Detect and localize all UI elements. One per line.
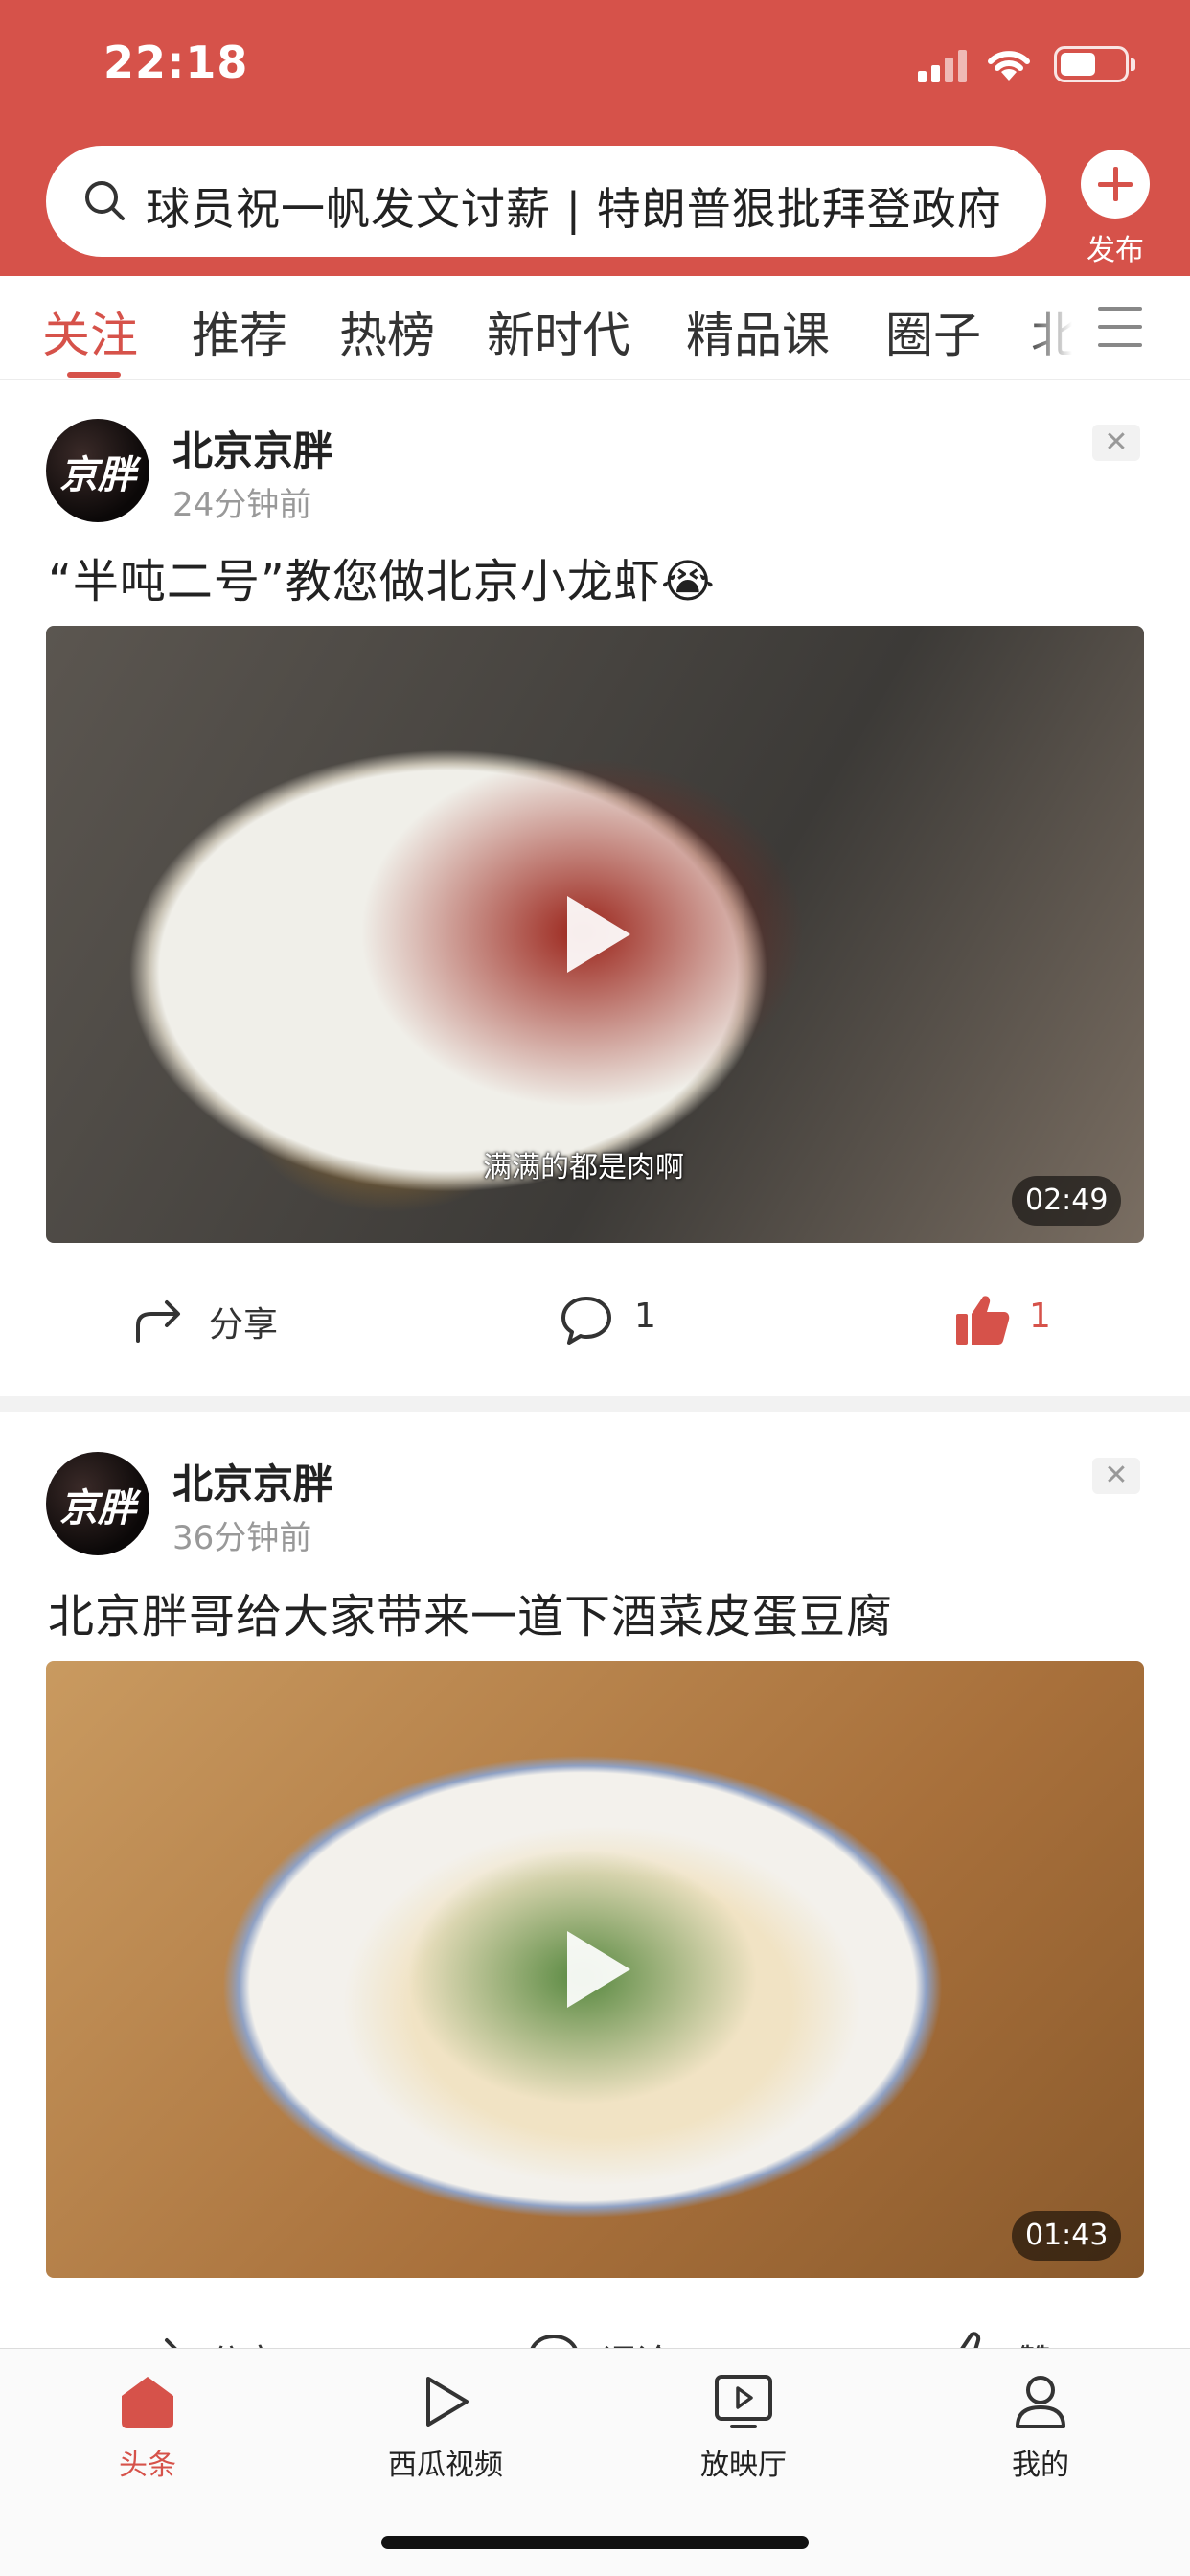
tv-icon bbox=[715, 2375, 772, 2428]
avatar-text: 京胖 bbox=[59, 452, 136, 497]
search-icon bbox=[85, 181, 125, 220]
video-thumbnail[interactable]: 满满的都是肉啊 02:49 bbox=[46, 626, 1144, 1243]
tab-circle[interactable]: 圈子 bbox=[885, 297, 981, 366]
video-duration: 02:49 bbox=[1012, 1176, 1122, 1226]
feed-card: 京胖 北京京胖 24分钟前 ✕ “半吨二号”教您做北京小龙虾😭 满满的都是肉啊 … bbox=[0, 380, 1190, 1396]
active-tab-indicator bbox=[67, 372, 121, 378]
publish-button[interactable]: 发布 bbox=[1073, 150, 1157, 268]
dismiss-button[interactable]: ✕ bbox=[1092, 1458, 1140, 1494]
share-button[interactable]: 分享 bbox=[209, 1297, 278, 1346]
video-thumbnail[interactable]: 01:43 bbox=[46, 1661, 1144, 2278]
dismiss-button[interactable]: ✕ bbox=[1092, 425, 1140, 461]
nav-label: 我的 bbox=[1012, 2449, 1069, 2482]
video-subtitle: 满满的都是肉啊 bbox=[483, 1151, 684, 1184]
like-count[interactable]: 1 bbox=[1029, 1297, 1051, 1336]
cellular-signal-icon bbox=[918, 50, 968, 82]
post-title[interactable]: 北京胖哥给大家带来一道下酒菜皮蛋豆腐 bbox=[48, 1578, 893, 1645]
tab-hot-list[interactable]: 热榜 bbox=[339, 297, 435, 366]
comment-icon[interactable] bbox=[560, 1293, 613, 1346]
search-input[interactable]: 球员祝一帆发文讨薪 | 特朗普狠批拜登政府 bbox=[146, 174, 1027, 238]
wifi-icon bbox=[988, 51, 1030, 80]
post-title[interactable]: “半吨二号”教您做北京小龙虾😭 bbox=[48, 543, 716, 610]
nav-cinema[interactable]: 放映厅 bbox=[667, 2368, 820, 2483]
status-time: 22:18 bbox=[103, 36, 249, 88]
tab-recommend[interactable]: 推荐 bbox=[192, 297, 287, 366]
video-duration: 01:43 bbox=[1012, 2211, 1122, 2261]
nav-label: 头条 bbox=[119, 2449, 176, 2482]
home-icon bbox=[122, 2377, 173, 2428]
comment-count[interactable]: 1 bbox=[634, 1297, 656, 1336]
nav-label: 放映厅 bbox=[700, 2449, 787, 2482]
app-header: 22:18 球员祝一帆发文讨薪 | 特朗普狠批拜登政府 发布 bbox=[0, 0, 1190, 276]
category-tabs: 关注 推荐 热榜 新时代 精品课 圈子 北 bbox=[0, 276, 1190, 380]
battery-icon bbox=[1054, 46, 1135, 82]
play-icon bbox=[567, 896, 630, 973]
search-bar[interactable]: 球员祝一帆发文讨薪 | 特朗普狠批拜登政府 bbox=[46, 146, 1046, 257]
tab-new-era[interactable]: 新时代 bbox=[487, 297, 630, 366]
feed-divider bbox=[0, 1396, 1190, 1412]
post-time: 24分钟前 bbox=[172, 486, 312, 524]
person-icon bbox=[1016, 2376, 1065, 2428]
nav-headlines[interactable]: 头条 bbox=[71, 2368, 224, 2483]
nav-me[interactable]: 我的 bbox=[964, 2368, 1117, 2483]
author-name[interactable]: 北京京胖 bbox=[172, 419, 333, 477]
author-name[interactable]: 北京京胖 bbox=[172, 1452, 333, 1510]
tab-follow[interactable]: 关注 bbox=[42, 297, 138, 366]
play-icon bbox=[567, 1931, 630, 2008]
plus-icon bbox=[1081, 150, 1150, 218]
feed-card: 京胖 北京京胖 36分钟前 ✕ 北京胖哥给大家带来一道下酒菜皮蛋豆腐 01:43… bbox=[0, 1412, 1190, 2384]
thumbs-up-icon[interactable] bbox=[954, 1293, 1010, 1346]
nav-label: 西瓜视频 bbox=[388, 2449, 503, 2482]
publish-label: 发布 bbox=[1087, 234, 1144, 267]
share-icon[interactable] bbox=[132, 1293, 186, 1346]
tab-premium-course[interactable]: 精品课 bbox=[686, 297, 830, 366]
post-time: 36分钟前 bbox=[172, 1519, 312, 1557]
nav-xigua-video[interactable]: 西瓜视频 bbox=[369, 2368, 522, 2483]
play-icon bbox=[426, 2377, 469, 2426]
action-bar: 分享 1 1 bbox=[0, 1272, 1190, 1368]
home-indicator[interactable] bbox=[381, 2536, 809, 2549]
avatar-text: 京胖 bbox=[59, 1485, 136, 1530]
avatar[interactable]: 京胖 bbox=[46, 1452, 149, 1555]
tab-fade bbox=[1025, 276, 1092, 378]
avatar[interactable]: 京胖 bbox=[46, 419, 149, 522]
channel-menu-icon[interactable] bbox=[1098, 307, 1142, 349]
